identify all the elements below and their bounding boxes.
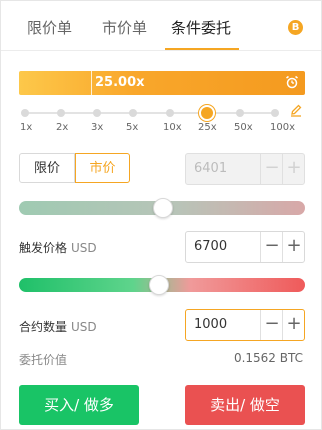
leverage-dot[interactable] bbox=[93, 109, 101, 117]
price-increment-button: + bbox=[282, 154, 305, 184]
quantity-unit: USD bbox=[71, 320, 97, 334]
trigger-price-increment-button[interactable]: + bbox=[282, 232, 305, 262]
leverage-dot[interactable] bbox=[57, 109, 65, 117]
info-badge-icon[interactable]: B bbox=[288, 20, 303, 35]
leverage-bar-divider bbox=[91, 71, 92, 95]
leverage-dot[interactable] bbox=[129, 109, 137, 117]
sell-short-button[interactable]: 卖出/ 做空 bbox=[185, 385, 305, 425]
tab-market-order[interactable]: 市价单 bbox=[102, 17, 147, 38]
quantity-label: 合约数量 USD bbox=[19, 318, 97, 335]
trigger-price-input[interactable]: 6700 bbox=[194, 239, 227, 254]
quantity-input[interactable]: 1000 bbox=[194, 317, 227, 332]
tab-conditional-order[interactable]: 条件委托 bbox=[171, 17, 231, 38]
leverage-tick-label[interactable]: 10x bbox=[163, 122, 182, 133]
pencil-icon[interactable] bbox=[289, 103, 303, 117]
market-price-button[interactable]: 市价 bbox=[75, 153, 130, 183]
trigger-price-label-text: 触发价格 bbox=[19, 241, 68, 255]
leverage-dot[interactable] bbox=[21, 109, 29, 117]
quantity-slider-thumb[interactable] bbox=[149, 275, 169, 295]
leverage-dot[interactable] bbox=[236, 109, 244, 117]
price-input-group: 6401 − + bbox=[185, 153, 305, 185]
order-value-label: 委托价值 bbox=[19, 353, 68, 367]
limit-price-button[interactable]: 限价 bbox=[19, 153, 75, 183]
leverage-bar[interactable]: 25.00x bbox=[19, 71, 305, 95]
alarm-clock-icon[interactable] bbox=[285, 75, 299, 89]
trigger-price-label: 触发价格 USD bbox=[19, 239, 97, 256]
trigger-price-slider-thumb[interactable] bbox=[153, 198, 173, 218]
price-decrement-button: − bbox=[260, 154, 283, 184]
leverage-tick-label[interactable]: 3x bbox=[91, 122, 103, 133]
leverage-tick-label[interactable]: 25x bbox=[198, 122, 217, 133]
leverage-tick-label[interactable]: 5x bbox=[126, 122, 138, 133]
leverage-dot[interactable] bbox=[166, 109, 174, 117]
leverage-tick-label[interactable]: 1x bbox=[20, 122, 32, 133]
quantity-input-group: 1000 − + bbox=[185, 309, 305, 341]
trigger-price-input-group: 6700 − + bbox=[185, 231, 305, 263]
tab-limit-order[interactable]: 限价单 bbox=[27, 17, 72, 38]
quantity-increment-button[interactable]: + bbox=[282, 310, 305, 340]
leverage-tick-label[interactable]: 100x bbox=[270, 122, 295, 133]
leverage-tick-label[interactable]: 2x bbox=[56, 122, 68, 133]
quantity-label-text: 合约数量 bbox=[19, 320, 68, 334]
quantity-decrement-button[interactable]: − bbox=[260, 310, 283, 340]
trigger-price-unit: USD bbox=[71, 241, 97, 255]
leverage-value: 25.00x bbox=[95, 75, 145, 90]
leverage-dot[interactable] bbox=[271, 109, 279, 117]
leverage-tick-label[interactable]: 50x bbox=[234, 122, 253, 133]
price-input: 6401 bbox=[194, 161, 228, 176]
buy-long-button[interactable]: 买入/ 做多 bbox=[19, 385, 139, 425]
order-value: 0.1562 BTC bbox=[233, 351, 303, 365]
conditional-order-panel: 限价单 市价单 条件委托 B 25.00x 1x 2x 3x 5x 10x 25… bbox=[0, 0, 322, 430]
trigger-price-decrement-button[interactable]: − bbox=[260, 232, 283, 262]
leverage-slider-thumb[interactable] bbox=[199, 105, 215, 121]
tabs-divider bbox=[1, 50, 321, 51]
order-type-tabs: 限价单 市价单 条件委托 B bbox=[1, 1, 321, 51]
